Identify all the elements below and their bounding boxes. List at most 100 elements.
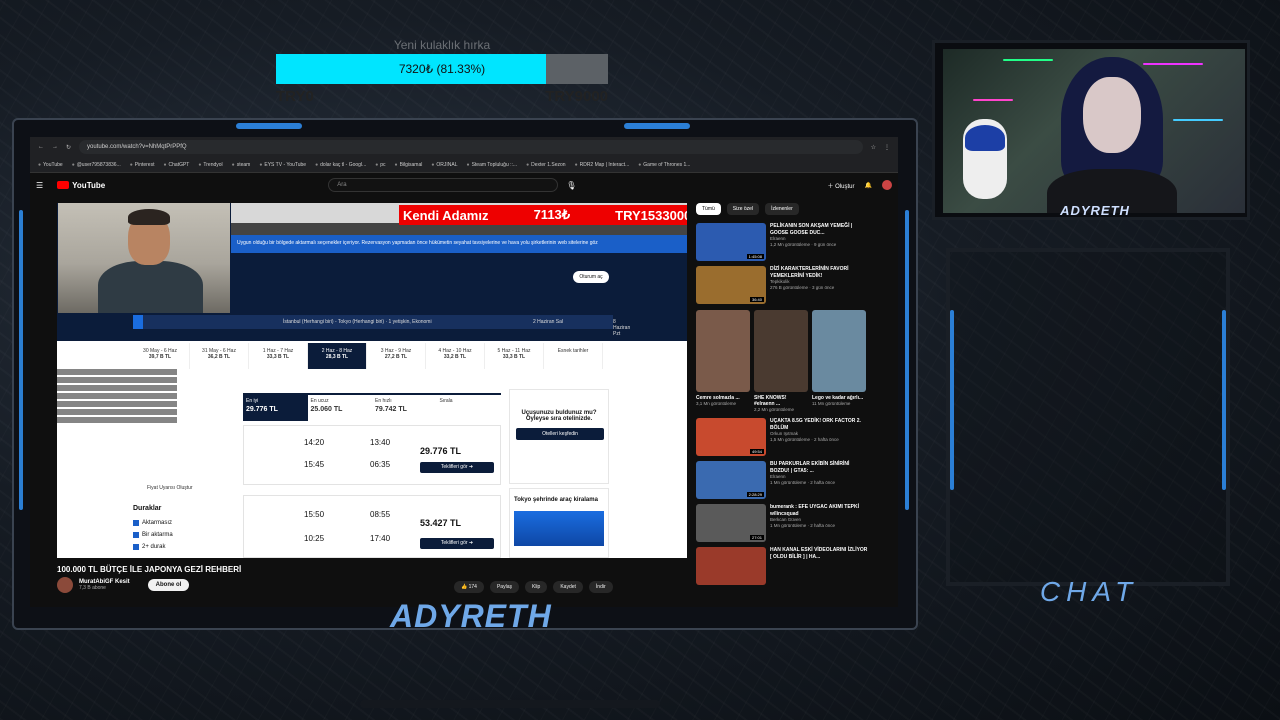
mic-icon[interactable]: 🎙 [566,181,576,190]
save-button[interactable]: Kaydet [553,581,583,593]
car-image [514,511,604,546]
bookmark-item[interactable]: @user795873836... [72,162,121,168]
download-button[interactable]: İndir [588,581,613,593]
flight-card[interactable]: 14:20 13:40 15:45 06:35 29.776 TL Teklif… [243,425,501,485]
bookmark-item[interactable]: steam [232,162,251,168]
subscribe-button[interactable]: Abone ol [147,579,190,591]
host-body [98,261,203,313]
sort-best[interactable]: En iyi 29.776 TL [243,395,308,421]
rec-video[interactable]: 36:40 DİZİ KARAKTERLERİNİN FAVORİ YEMEKLE… [696,266,868,306]
clip-button[interactable]: Klip [524,581,548,593]
back-icon[interactable]: ← [38,144,44,150]
flight-card[interactable]: 15:50 08:55 10:25 17:40 53.427 TL Teklif… [243,495,501,558]
rec-thumbnail[interactable]: 2:28:29 [696,461,766,499]
video-player[interactable]: Uygun olduğu bir bölgede aktarmalı seçen… [57,203,687,558]
url-field[interactable]: youtube.com/watch?v=NhMqtPrPPfQ [79,140,863,154]
date-tab[interactable]: 2 Haz - 8 Haz 28,3 B TL [308,343,367,369]
bookmark-item[interactable]: Bilgisamal [395,162,423,168]
sort-fastest[interactable]: En hızlı 79.742 TL [372,395,437,421]
share-button[interactable]: Paylaş [489,581,519,593]
bookmark-item[interactable]: ORJINAL [431,162,457,168]
hotel-ad-button[interactable]: Otelleri keşfedin [516,428,604,440]
bookmark-item[interactable]: RDR2 Map | Interact... [575,162,630,168]
chat-frame [946,248,1230,586]
bookmark-item[interactable]: EYS TV - YouTube [259,162,306,168]
rec-video[interactable]: 1:45:08 PELİKANIN SON AKŞAM YEMEĞİ | GOOS… [696,223,868,263]
date-tab[interactable]: 3 Haz - 9 Haz 27,2 B TL [367,343,426,369]
goal-max-label: TRY9000 [545,88,608,105]
rec-thumbnail[interactable] [696,547,766,585]
date-tab[interactable]: Esnek tarihler [544,343,603,369]
bookmark-item[interactable]: Steam Topluluğu ::... [467,162,518,168]
menu-icon[interactable]: ⋮ [884,144,890,151]
offers-button[interactable]: Teklifleri gör ➜ [420,462,494,473]
short-thumbnail[interactable] [696,310,750,392]
youtube-logo[interactable]: YouTube [57,181,105,190]
goal-min-label: TRY0 [276,88,314,105]
date-tab[interactable]: 31 May - 6 Haz 36,2 B TL [190,343,249,369]
date-tab[interactable]: 4 Haz - 10 Haz 33,2 B TL [426,343,485,369]
rec-thumbnail[interactable]: 27:01 [696,504,766,542]
filter-watched[interactable]: İzlenenler [765,203,799,215]
filter-for-you[interactable]: Size özel [726,203,760,215]
offers-button[interactable]: Teklifleri gör ➜ [420,538,494,549]
rec-video[interactable]: HAN KANAL ESKİ VİDEOLARINI İZLİYOR [ OLD… [696,547,868,587]
bookmarks-bar: YouTube @user795873836... Pinterest ChatGPT… [30,157,898,173]
filter-nonstop[interactable]: Aktarmasız [133,520,241,526]
filter-heading: Duraklar [133,505,162,512]
bookmark-item[interactable]: Trendyol [198,162,222,168]
obscured-chips [57,367,232,423]
bookmark-item[interactable]: Pinterest [130,162,155,168]
search-input[interactable]: Ara [328,178,559,192]
bookmark-item[interactable]: YouTube [38,162,63,168]
rec-thumbnail[interactable]: 1:45:08 [696,223,766,261]
date-tab[interactable]: 30 May - 6 Haz 39,7 B TL [131,343,190,369]
short-item[interactable]: Lego ve kadar ağırlı... 11 Mn görüntüleme [812,310,866,412]
short-thumbnail[interactable] [754,310,808,392]
rec-video[interactable]: 2:28:29 BU PARKURLAR EKİBİN SİNİRİNİ BOZD… [696,461,868,501]
rec-video[interactable]: 27:01 bumerank : EFE UYGAC AKIMI TEPKİ w/… [696,504,868,544]
rec-title: DİZİ KARAKTERLERİNİN FAVORİ YEMEKLERİNİ … [770,266,849,279]
bookmark-item[interactable]: Dexter 1.Sezon [526,162,565,168]
rec-meta: 276 B görüntüleme · 3 gün önce [770,285,835,291]
login-button[interactable]: Oturum aç [573,271,609,283]
date-tab[interactable]: 5 Haz - 11 Haz 33,3 B TL [485,343,544,369]
filter-all[interactable]: Tümü [696,203,721,215]
youtube-header: ☰ YouTube Ara 🎙 ＋ Oluştur 🔔 [30,173,898,197]
short-meta: 11 Mn görüntüleme [812,401,851,406]
short-item[interactable]: Cemre solmazla ... 3,1 Mn görüntüleme [696,310,750,412]
bookmark-item[interactable]: ChatGPT [163,162,190,168]
frame-accent [236,123,302,129]
search-icon[interactable] [133,315,143,329]
short-meta: 3,1 Mn görüntüleme [696,401,737,406]
filter-multi-stop[interactable]: 2+ durak [133,544,241,550]
channel-avatar[interactable] [57,577,73,593]
rec-video[interactable]: 49:54 UÇAKTA 8.5G YEDİK! ORK FACTOR 2. BÖ… [696,418,868,458]
sort-dropdown[interactable]: Sırala [437,395,502,421]
star-icon[interactable]: ☆ [871,144,876,151]
create-button[interactable]: ＋ Oluştur [828,181,855,190]
cam-name-label: ADYRETH [1060,203,1130,218]
bookmark-item[interactable]: pc [375,162,385,168]
hamburger-icon[interactable]: ☰ [36,181,43,190]
bookmark-item[interactable]: Game of Thrones 1... [638,162,690,168]
like-button[interactable]: 👍 174 [454,581,484,593]
rec-thumbnail[interactable]: 36:40 [696,266,766,304]
depart-date: 2 Haziran Sal [533,319,564,325]
bookmark-item[interactable]: dolar kaç tl - Googl... [315,162,366,168]
forward-icon[interactable]: → [52,144,58,150]
rec-meta: 1,5 Mn görüntüleme · 2 hafta önce [770,437,839,443]
short-meta: 2,2 Mn görüntüleme [754,407,795,412]
avatar-icon[interactable] [882,180,892,190]
price-alert[interactable]: Fiyat Uyarısı Oluştur [147,485,193,491]
short-thumbnail[interactable] [812,310,866,392]
donor-name: Kendi Adamız [403,207,489,223]
reload-icon[interactable]: ↻ [66,144,71,151]
bell-icon[interactable]: 🔔 [865,182,872,189]
date-tab[interactable]: 1 Haz - 7 Haz 33,3 B TL [249,343,308,369]
streamer-cam [943,49,1245,213]
short-item[interactable]: SHE KNOWS! #elraenn ... 2,2 Mn görüntülem… [754,310,808,412]
sort-cheapest[interactable]: En ucuz 25.060 TL [308,395,373,421]
filter-one-stop[interactable]: Bir aktarma [133,532,241,538]
rec-thumbnail[interactable]: 49:54 [696,418,766,456]
